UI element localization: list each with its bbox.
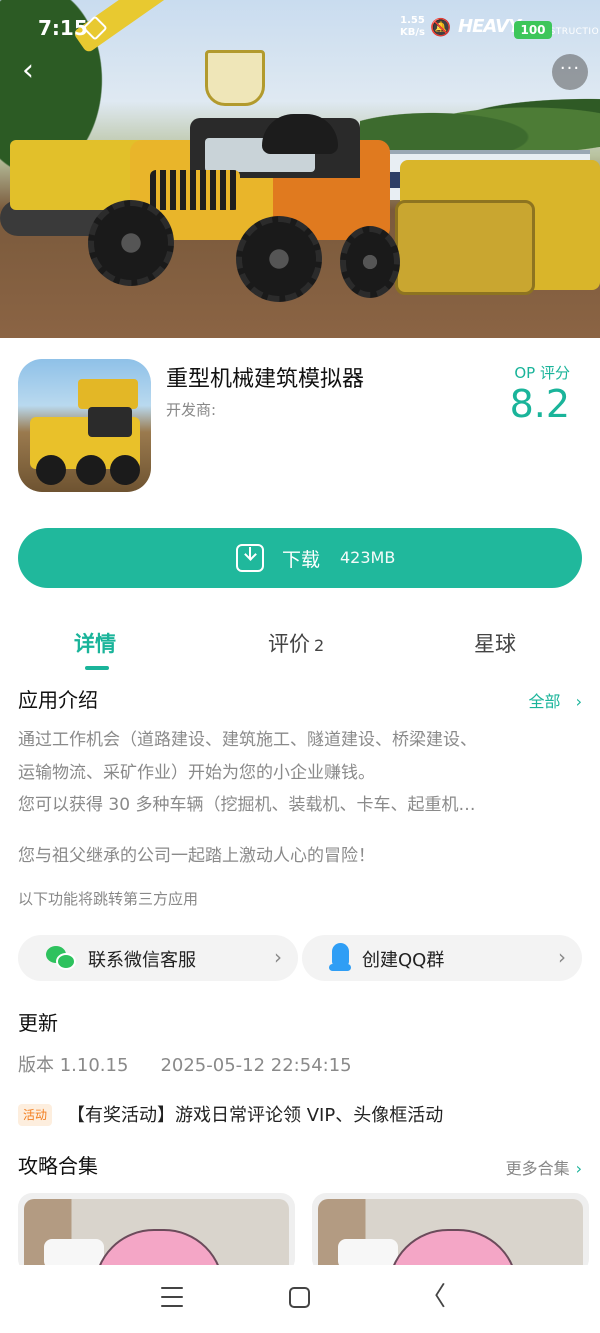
system-nav-bar: 〈: [0, 1265, 600, 1333]
app-icon: [18, 359, 151, 492]
intro-all-link[interactable]: 全部 ›: [528, 688, 582, 712]
intro-title: 应用介绍: [18, 688, 98, 712]
guide-card[interactable]: [312, 1193, 589, 1273]
chevron-right-icon: ›: [575, 1159, 582, 1178]
game-logo-text: HEAVY: [458, 16, 521, 37]
create-qq-group-button[interactable]: 创建QQ群 ›: [302, 935, 582, 981]
qq-icon: [328, 943, 352, 973]
chevron-right-icon: ›: [274, 945, 282, 969]
chevron-right-icon: ›: [558, 945, 566, 969]
active-tab-indicator: [85, 666, 109, 670]
clock: 7:15: [38, 16, 88, 40]
guide-card-image: [318, 1199, 583, 1273]
app-score: 8.2: [509, 382, 570, 426]
network-speed: 1.55 KB/s: [400, 15, 425, 39]
intro-all-label: 全部: [528, 692, 561, 711]
status-bar: 7:15 1.55 KB/s 🔕 HEAVY CONSTRUCTION 100: [0, 0, 600, 60]
intro-line-2: 运输物流、采矿作业）开始为您的小企业赚钱。: [18, 763, 375, 783]
wechat-service-label: 联系微信客服: [88, 950, 196, 971]
loader-shape: [78, 379, 138, 409]
guides-title: 攻略合集: [18, 1154, 98, 1178]
tab-planet[interactable]: 星球: [474, 628, 516, 658]
third-party-note: 以下功能将跳转第三方应用: [18, 890, 199, 908]
recent-apps-icon[interactable]: [161, 1287, 183, 1307]
create-qq-group-label: 创建QQ群: [362, 950, 445, 971]
more-guides-link[interactable]: 更多合集 ›: [506, 1155, 582, 1179]
wechat-service-button[interactable]: 联系微信客服 ›: [18, 935, 298, 981]
download-label: 下载: [282, 549, 321, 571]
jeep-wheel: [88, 200, 174, 286]
tab-reviews[interactable]: 评价 2: [268, 628, 324, 658]
chevron-right-icon: ›: [575, 692, 582, 711]
tab-reviews-label: 评价: [268, 632, 310, 656]
developer-label: 开发商:: [166, 401, 217, 419]
jeep-grill: [150, 170, 240, 210]
back-button[interactable]: ‹: [22, 56, 52, 88]
battery-icon: 100: [514, 21, 552, 39]
jeep-wheel: [340, 226, 400, 298]
intro-line-1: 通过工作机会（道路建设、建筑施工、隧道建设、桥梁建设、: [18, 730, 477, 750]
jeep-wheel: [236, 216, 322, 302]
version-number: 版本 1.10.15: [18, 1055, 129, 1076]
score-label: OP 评分: [514, 364, 570, 382]
update-date: 2025-05-12 22:54:15: [160, 1055, 352, 1076]
guide-card-image: [24, 1199, 289, 1273]
intro-line-3: 您可以获得 30 多种车辆（挖掘机、装载机、卡车、起重机…: [18, 795, 476, 815]
more-options-button[interactable]: ···: [552, 54, 588, 90]
intro-line-4: 您与祖父继承的公司一起踏上激动人心的冒险！: [18, 846, 375, 866]
app-title: 重型机械建筑模拟器: [166, 367, 365, 392]
network-speed-unit: KB/s: [400, 27, 425, 38]
tab-reviews-count: 2: [314, 636, 325, 655]
version-info: 版本 1.10.15 2025-05-12 22:54:15: [18, 1051, 352, 1077]
wheel-shape: [110, 455, 140, 485]
more-guides-label: 更多合集: [505, 1159, 570, 1178]
tab-details[interactable]: 详情: [74, 628, 116, 658]
back-nav-icon[interactable]: 〈: [420, 1284, 446, 1310]
download-icon: [236, 544, 264, 572]
wheel-shape: [76, 455, 106, 485]
network-speed-value: 1.55: [400, 15, 425, 26]
download-size: 423MB: [340, 548, 396, 567]
update-title: 更新: [18, 1011, 58, 1035]
guide-card[interactable]: [18, 1193, 295, 1273]
home-icon[interactable]: [289, 1287, 310, 1308]
wheel-shape: [36, 455, 66, 485]
download-button[interactable]: 下载 423MB: [18, 528, 582, 588]
truck-cab-shape: [88, 407, 132, 437]
activity-badge: 活动: [18, 1104, 53, 1126]
wechat-icon: [46, 946, 76, 970]
activity-link[interactable]: 【有奖活动】游戏日常评论领 VIP、头像框活动: [67, 1101, 443, 1127]
bulldozer-blade: [395, 200, 535, 295]
mute-icon: 🔕: [430, 18, 452, 38]
